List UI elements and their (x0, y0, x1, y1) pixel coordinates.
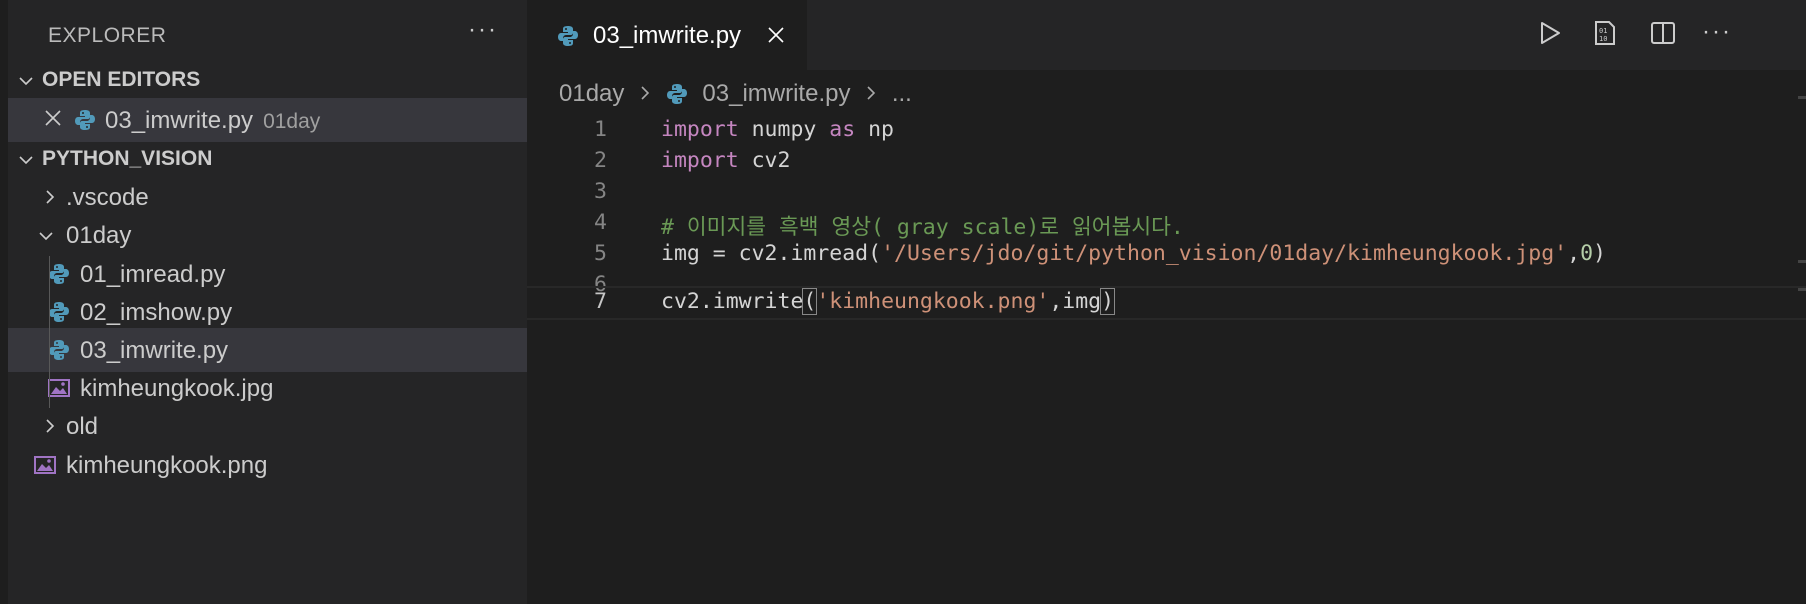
binary-file-icon[interactable]: 01 10 (1592, 20, 1618, 51)
split-editor-icon[interactable] (1650, 20, 1676, 51)
chevron-right-icon (639, 80, 651, 108)
breadcrumb: 01day 03_imwrite.py ... (559, 79, 912, 109)
tab-label: 03_imwrite.py (593, 22, 742, 49)
chevron-down-icon (18, 73, 33, 87)
workspace-label: PYTHON_VISION (42, 147, 213, 170)
vscode-window: EXPLORER ··· OPEN EDITORS 03_imwrite.py 0… (0, 0, 1806, 604)
python-file-icon (48, 339, 70, 361)
tree-item-label: kimheungkook.jpg (80, 375, 274, 402)
explorer-sidebar: EXPLORER ··· OPEN EDITORS 03_imwrite.py 0… (0, 0, 527, 604)
chevron-right-icon (42, 418, 56, 433)
tab-03-imwrite[interactable]: 03_imwrite.py (527, 0, 807, 70)
scrollbar-marker (1798, 260, 1806, 263)
breadcrumb-file[interactable]: 03_imwrite.py (702, 80, 850, 108)
code-comment: # 이미지를 흑백 영상( gray scale)로 읽어봅시다. (661, 215, 1184, 240)
python-file-icon (666, 83, 688, 105)
tree-item-label: 03_imwrite.py (80, 337, 229, 364)
chevron-down-icon (38, 228, 53, 242)
tree-item-label: 01day (66, 222, 132, 249)
scrollbar-marker (1798, 96, 1806, 99)
code-text: import cv2 (661, 148, 791, 173)
line-number: 3 (594, 179, 607, 204)
close-icon[interactable] (767, 26, 785, 49)
breadcrumb-more[interactable]: ... (892, 80, 912, 108)
open-editor-item[interactable]: 03_imwrite.py 01day (8, 98, 527, 142)
close-icon[interactable] (44, 109, 62, 132)
open-editor-folder: 01day (263, 110, 321, 133)
line-number: 1 (594, 117, 607, 142)
code-text: img = cv2.imread('/Users/jdo/git/python_… (661, 241, 1606, 266)
image-file-icon (48, 377, 70, 399)
chevron-down-icon (18, 152, 33, 166)
tree-item-label: old (66, 413, 99, 440)
python-file-icon (74, 109, 96, 131)
open-editors-header[interactable]: OPEN EDITORS (8, 58, 527, 102)
scrollbar-marker (1798, 288, 1806, 291)
breadcrumb-folder[interactable]: 01day (559, 80, 624, 108)
python-file-icon (557, 25, 579, 47)
image-file-icon (34, 454, 56, 476)
tree-item-old[interactable]: old (8, 404, 527, 448)
code-text: import numpy as np (661, 117, 895, 142)
svg-text:01: 01 (1599, 27, 1607, 35)
tree-indent-guide (49, 256, 50, 408)
explorer-title: EXPLORER (48, 24, 167, 47)
more-actions-icon[interactable]: ··· (1702, 18, 1732, 46)
tree-item-01day[interactable]: 01day (8, 213, 527, 257)
tree-item-label: .vscode (66, 184, 149, 211)
code-text: cv2.imwrite('kimheungkook.png',img) (661, 288, 1116, 315)
tree-item-label: 01_imread.py (80, 261, 226, 288)
chevron-right-icon (42, 189, 56, 204)
tree-item-kimheungkook-png[interactable]: kimheungkook.png (8, 443, 527, 487)
tree-item-label: kimheungkook.png (66, 452, 268, 479)
activity-bar-edge (0, 0, 8, 604)
run-icon[interactable] (1537, 20, 1563, 51)
open-editors-label: OPEN EDITORS (42, 68, 201, 91)
python-file-icon (48, 263, 70, 285)
line-number: 5 (594, 241, 607, 266)
editor-area: 03_imwrite.py 01 10 ··· 01day 03_imwrite… (527, 0, 1806, 604)
python-file-icon (48, 301, 70, 323)
chevron-right-icon (865, 80, 877, 108)
svg-text:10: 10 (1599, 35, 1607, 43)
line-number: 7 (594, 289, 607, 314)
tree-item-label: 02_imshow.py (80, 299, 233, 326)
ellipsis-icon[interactable]: ··· (468, 16, 498, 44)
tab-bar: 03_imwrite.py 01 10 ··· (527, 0, 1806, 70)
open-editor-label: 03_imwrite.py 01day (105, 107, 321, 134)
line-number: 2 (594, 148, 607, 173)
line-number: 4 (594, 210, 607, 235)
current-line: 7 cv2.imwrite('kimheungkook.png',img) (527, 286, 1806, 320)
